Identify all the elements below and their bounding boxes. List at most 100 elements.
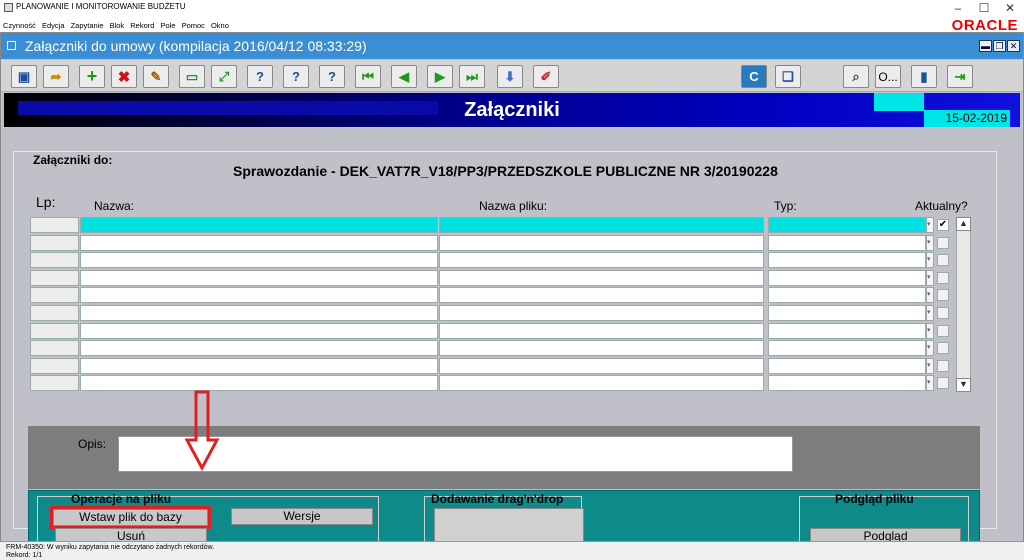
edit-icon[interactable]: ✐ (533, 65, 559, 88)
current-checkbox[interactable] (937, 324, 949, 337)
type-cell[interactable] (768, 234, 926, 251)
current-checkbox[interactable]: ✔ (937, 219, 949, 231)
lp-cell[interactable] (30, 252, 79, 269)
filename-cell[interactable] (439, 305, 764, 321)
scroll-up-icon[interactable]: ▲ (956, 217, 971, 231)
next-record-icon[interactable]: ▶ (427, 65, 453, 88)
lp-cell[interactable] (30, 234, 79, 251)
name-cell[interactable] (80, 305, 438, 321)
type-cell[interactable] (768, 375, 926, 392)
type-cell[interactable] (768, 269, 926, 286)
current-checkbox[interactable] (937, 377, 949, 390)
name-cell[interactable] (80, 234, 438, 251)
filename-cell[interactable] (439, 322, 764, 339)
name-cell[interactable] (80, 252, 438, 269)
save-icon[interactable]: ▣ (11, 65, 37, 88)
calculator-icon[interactable]: C (741, 65, 767, 88)
window-minimize-icon[interactable]: ▬ (979, 40, 992, 52)
menu-pole[interactable]: Pole (160, 21, 175, 30)
type-dropdown-icon[interactable]: ▾ (926, 305, 934, 321)
menu-blok[interactable]: Blok (110, 21, 125, 30)
filename-cell[interactable] (439, 340, 764, 357)
menu-rekord[interactable]: Rekord (130, 21, 154, 30)
name-cell[interactable] (80, 287, 438, 304)
window-restore-icon[interactable]: ❐ (993, 40, 1006, 52)
type-cell[interactable] (768, 252, 926, 269)
current-checkbox[interactable] (937, 307, 949, 319)
name-cell[interactable] (80, 322, 438, 339)
count-query-icon[interactable]: ? (319, 65, 345, 88)
lp-cell[interactable] (30, 322, 79, 339)
window-close-icon[interactable]: ✕ (1007, 40, 1020, 52)
type-dropdown-icon[interactable]: ▾ (926, 375, 934, 392)
clear-record-icon[interactable]: ✎ (143, 65, 169, 88)
current-checkbox[interactable] (937, 254, 949, 267)
lp-cell[interactable] (30, 305, 79, 321)
type-cell[interactable] (768, 287, 926, 304)
filename-cell[interactable] (439, 375, 764, 392)
previous-record-icon[interactable]: ◀ (391, 65, 417, 88)
menu-okno[interactable]: Okno (211, 21, 229, 30)
minimize-icon[interactable]: – (944, 0, 972, 16)
logout-icon[interactable]: ⇥ (947, 65, 973, 88)
type-cell[interactable] (768, 357, 926, 374)
insert-file-button[interactable]: Wstaw plik do bazy (50, 506, 211, 529)
current-checkbox[interactable] (937, 271, 949, 284)
name-cell[interactable] (80, 357, 438, 374)
grid-scrollbar[interactable] (956, 217, 971, 392)
print-preview-icon[interactable]: ⌕ (843, 65, 869, 88)
filename-cell[interactable] (439, 269, 764, 286)
exit-icon[interactable]: ➦ (43, 65, 69, 88)
filename-cell[interactable] (439, 234, 764, 251)
maximize-icon[interactable]: ☐ (970, 0, 998, 16)
enter-query-icon[interactable]: ? (247, 65, 273, 88)
type-dropdown-icon[interactable]: ▾ (926, 340, 934, 357)
duplicate-icon[interactable]: ▭ (179, 65, 205, 88)
menu-pomoc[interactable]: Pomoc (182, 21, 205, 30)
menu-zapytanie[interactable]: Zapytanie (71, 21, 104, 30)
filename-cell[interactable] (439, 217, 764, 233)
current-checkbox[interactable] (937, 236, 949, 249)
current-checkbox[interactable] (937, 342, 949, 355)
expand-icon[interactable]: ⤢ (211, 65, 237, 88)
lp-cell[interactable] (30, 217, 79, 233)
lp-cell[interactable] (30, 287, 79, 304)
scroll-down-icon[interactable]: ▼ (956, 378, 971, 392)
delete-record-icon[interactable]: ✖ (111, 65, 137, 88)
menu-edycja[interactable]: Edycja (42, 21, 65, 30)
filename-cell[interactable] (439, 287, 764, 304)
help-icon[interactable]: ▮ (911, 65, 937, 88)
type-dropdown-icon[interactable]: ▾ (926, 322, 934, 339)
current-checkbox[interactable] (937, 289, 949, 302)
type-cell[interactable] (768, 340, 926, 357)
lp-cell[interactable] (30, 269, 79, 286)
first-record-icon[interactable]: ⏮ (355, 65, 381, 88)
name-cell[interactable] (80, 340, 438, 357)
windows-icon[interactable]: ❏ (775, 65, 801, 88)
menu-czynnosc[interactable]: Czynność (3, 21, 36, 30)
type-cell[interactable] (768, 217, 926, 233)
name-cell[interactable] (80, 269, 438, 286)
filename-cell[interactable] (439, 357, 764, 374)
type-dropdown-icon[interactable]: ▾ (926, 287, 934, 304)
lp-cell[interactable] (30, 340, 79, 357)
type-dropdown-icon[interactable]: ▾ (926, 252, 934, 269)
download-icon[interactable]: ⬇ (497, 65, 523, 88)
type-dropdown-icon[interactable]: ▾ (926, 357, 934, 374)
name-cell[interactable] (80, 375, 438, 392)
versions-button[interactable]: Wersje (231, 508, 373, 525)
type-dropdown-icon[interactable]: ▾ (926, 269, 934, 286)
name-cell[interactable] (80, 217, 438, 233)
execute-query-icon[interactable]: ? (283, 65, 309, 88)
type-cell[interactable] (768, 305, 926, 321)
insert-record-icon[interactable]: + (79, 65, 105, 88)
o-button[interactable]: O... (875, 65, 901, 88)
type-cell[interactable] (768, 322, 926, 339)
type-dropdown-icon[interactable]: ▾ (926, 217, 934, 233)
lp-cell[interactable] (30, 357, 79, 374)
filename-cell[interactable] (439, 252, 764, 269)
current-checkbox[interactable] (937, 359, 949, 372)
last-record-icon[interactable]: ⏭ (459, 65, 485, 88)
dragdrop-zone[interactable] (434, 508, 584, 542)
lp-cell[interactable] (30, 375, 79, 392)
